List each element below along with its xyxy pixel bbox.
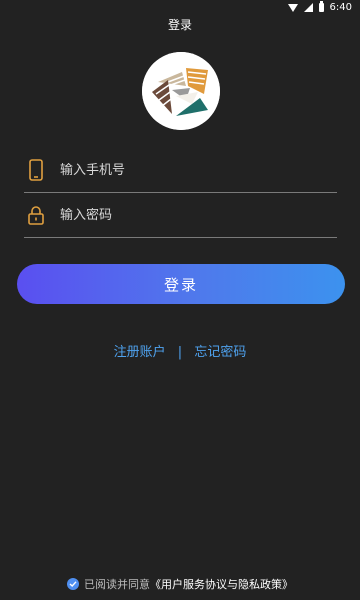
forgot-password-link[interactable]: 忘记密码	[194, 341, 246, 360]
page-title: 登录	[167, 18, 192, 32]
phone-icon	[26, 159, 46, 181]
battery-icon	[318, 0, 324, 12]
agreement-row: 已阅读并同意 《用户服务协议与隐私政策》	[0, 576, 360, 592]
password-input[interactable]	[60, 207, 310, 223]
lock-icon	[26, 204, 46, 226]
status-time: 6:40	[329, 1, 352, 13]
signal-icon	[303, 2, 313, 12]
phone-field	[24, 148, 337, 193]
login-button[interactable]: 登录	[17, 264, 345, 304]
phone-input[interactable]	[60, 162, 310, 178]
logo-icon	[142, 52, 220, 130]
register-link[interactable]: 注册账户	[114, 341, 166, 360]
check-icon	[69, 581, 77, 587]
wifi-icon	[287, 3, 298, 12]
password-field	[24, 193, 337, 238]
link-separator: |	[177, 345, 183, 360]
agreement-checkbox[interactable]	[67, 578, 79, 590]
agreement-link[interactable]: 《用户服务协议与隐私政策》	[150, 576, 293, 592]
account-links: 注册账户 | 忘记密码	[0, 341, 360, 360]
status-bar: 6:40	[0, 0, 360, 14]
agreement-text: 已阅读并同意	[84, 578, 150, 591]
app-logo	[142, 52, 220, 130]
